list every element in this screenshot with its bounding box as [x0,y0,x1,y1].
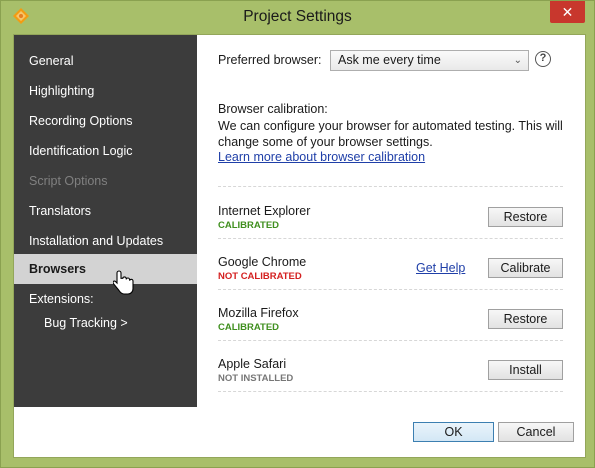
sidebar-item-script-options: Script Options [29,174,108,188]
sidebar-item-identification-logic[interactable]: Identification Logic [14,136,197,166]
calibration-heading: Browser calibration: [218,102,328,116]
restore-button-mozilla-firefox[interactable]: Restore [488,309,563,329]
status-badge-apple-safari: NOT INSTALLED [218,373,294,384]
browser-name-apple-safari: Apple Safari [218,357,287,371]
sidebar-item-bug-tracking[interactable]: Bug Tracking > [44,316,128,330]
calibration-description: We can configure your browser for automa… [218,119,563,149]
sidebar-item-general[interactable]: General [14,46,197,76]
project-settings-window: Project Settings ✕ General Highlighting … [0,0,595,468]
status-badge-internet-explorer: CALIBRATED [218,220,280,231]
extensions-heading: Extensions: [29,292,94,306]
window-title: Project Settings [243,8,352,25]
title-bar[interactable]: Project Settings ✕ [1,1,594,34]
divider [218,289,563,290]
close-icon: ✕ [561,4,574,20]
divider [218,340,563,341]
calibration-learn-more-link[interactable]: Learn more about browser calibration [218,150,425,164]
dialog-body: General Highlighting Recording Options I… [13,34,586,458]
cancel-button[interactable]: Cancel [498,422,574,442]
get-help-link[interactable]: Get Help [416,261,465,275]
browser-name-internet-explorer: Internet Explorer [218,204,311,218]
divider [218,186,563,187]
preferred-browser-value: Ask me every time [338,53,441,67]
dialog-footer: OK Cancel [14,407,585,457]
help-icon[interactable]: ? [535,51,551,67]
sidebar-item-browsers[interactable]: Browsers [14,254,197,284]
status-badge-google-chrome: NOT CALIBRATED [218,271,302,282]
preferred-browser-select[interactable]: Ask me every time ⌄ [330,50,529,71]
install-button-apple-safari[interactable]: Install [488,360,563,380]
settings-sidebar: General Highlighting Recording Options I… [14,35,197,407]
restore-button-internet-explorer[interactable]: Restore [488,207,563,227]
divider [218,391,563,392]
browser-name-google-chrome: Google Chrome [218,255,307,269]
calibrate-button-google-chrome[interactable]: Calibrate [488,258,563,278]
browsers-panel: Preferred browser: Ask me every time ⌄ ?… [197,35,585,407]
ok-button[interactable]: OK [413,422,494,442]
sidebar-item-recording-options[interactable]: Recording Options [14,106,197,136]
sidebar-item-translators[interactable]: Translators [14,196,197,226]
preferred-browser-label: Preferred browser: [218,53,322,67]
sidebar-item-installation-and-updates[interactable]: Installation and Updates [14,226,197,256]
status-badge-mozilla-firefox: CALIBRATED [218,322,280,333]
hand-cursor-icon [113,270,134,295]
close-button[interactable]: ✕ [550,1,585,23]
chevron-down-icon: ⌄ [513,55,522,66]
sidebar-item-highlighting[interactable]: Highlighting [14,76,197,106]
divider [218,238,563,239]
browser-name-mozilla-firefox: Mozilla Firefox [218,306,299,320]
